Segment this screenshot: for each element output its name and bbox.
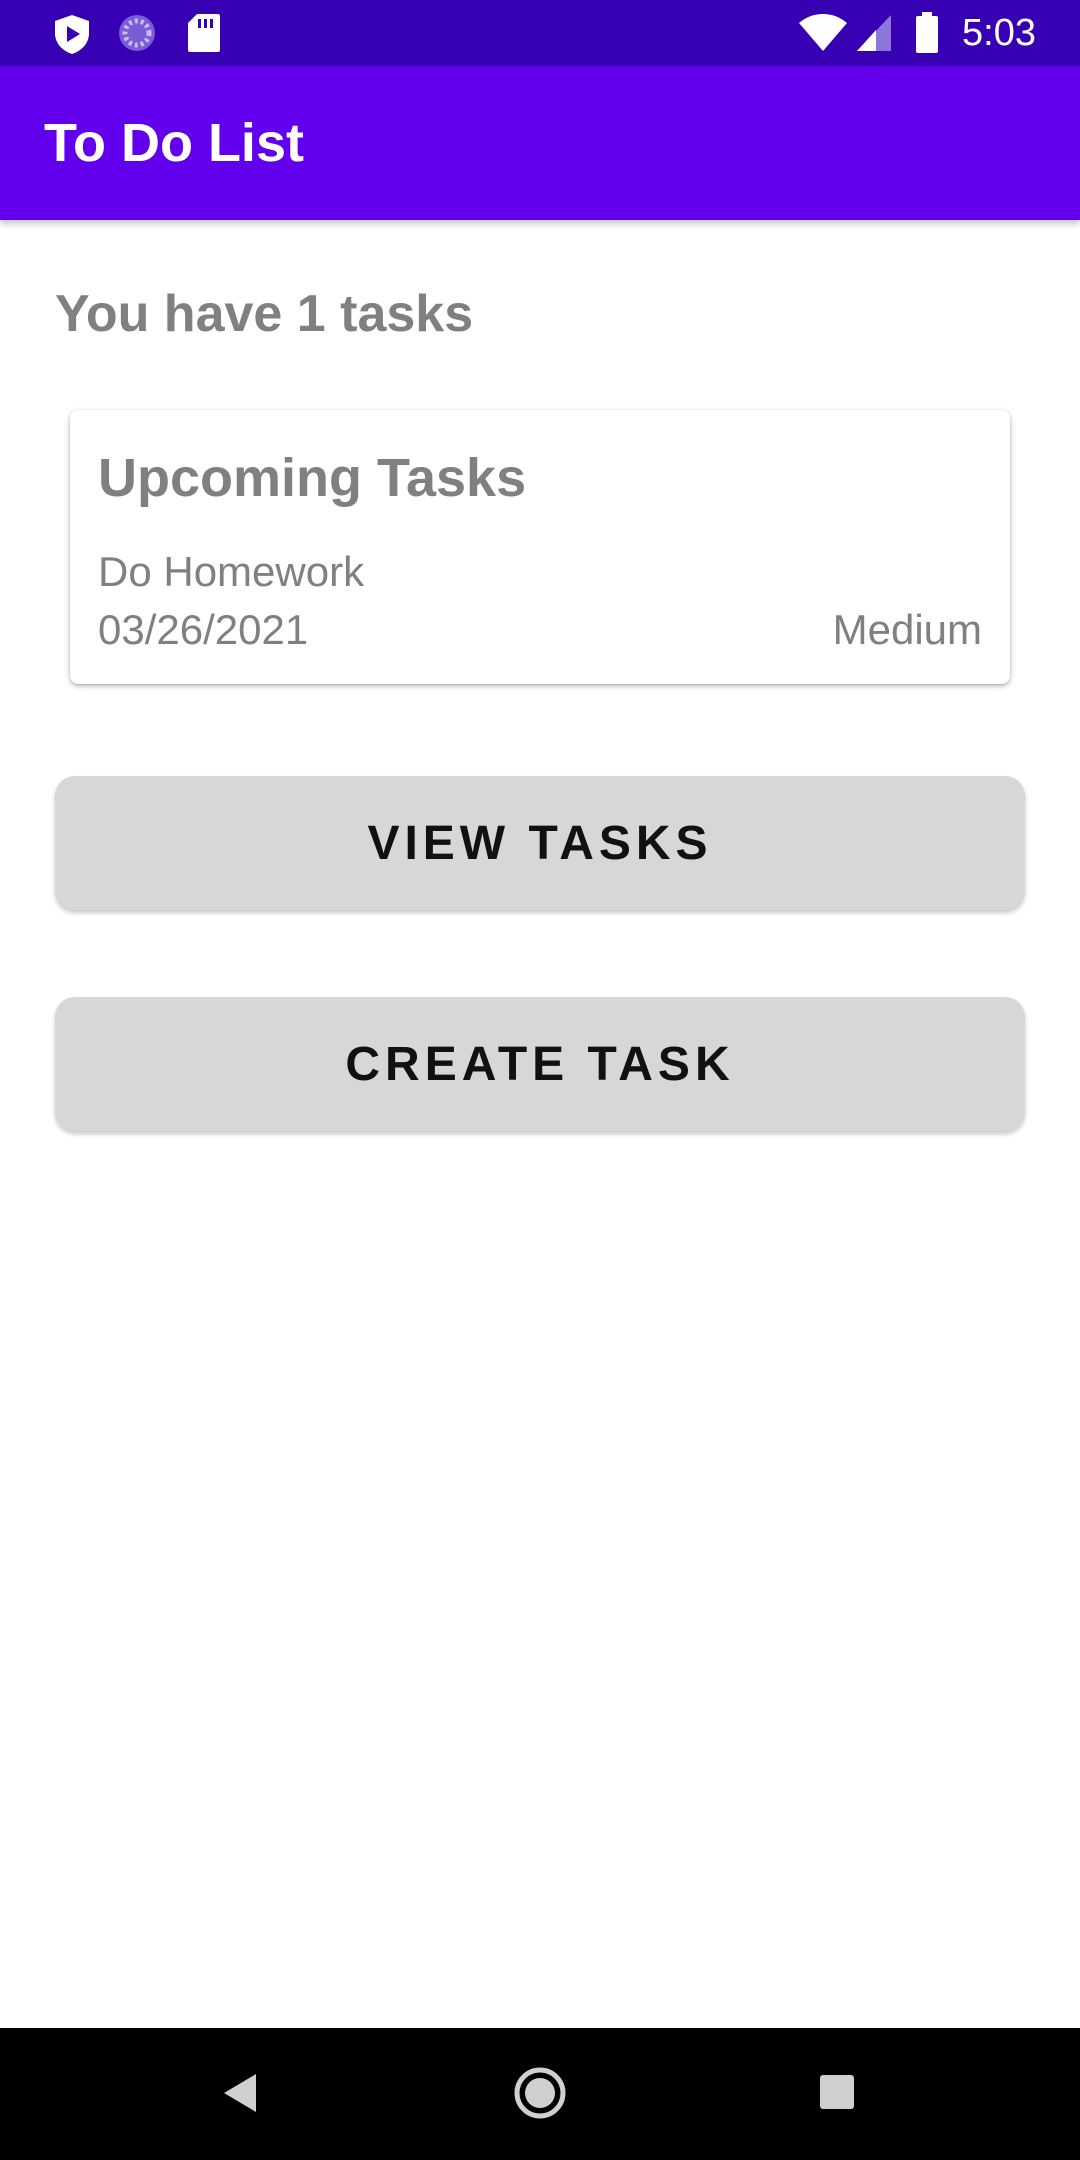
- screen: 5:03 To Do List You have 1 tasks Upcomin…: [0, 0, 1080, 2160]
- upcoming-tasks-card[interactable]: Upcoming Tasks Do Homework 03/26/2021 Me…: [70, 410, 1010, 684]
- app-bar: To Do List: [0, 66, 1080, 220]
- task-date: 03/26/2021: [98, 606, 309, 653]
- home-icon[interactable]: [513, 2066, 567, 2125]
- task-priority: Medium: [832, 606, 982, 653]
- wifi-icon: [798, 14, 848, 57]
- recents-icon[interactable]: [819, 2074, 855, 2115]
- create-task-button[interactable]: CREATE TASK: [55, 997, 1025, 1131]
- back-icon[interactable]: [222, 2072, 258, 2119]
- app-title: To Do List: [44, 113, 304, 173]
- loading-spinner-icon: [117, 13, 157, 58]
- status-bar: 5:03: [0, 0, 1080, 66]
- card-title: Upcoming Tasks: [98, 448, 527, 508]
- shield-play-icon: [52, 13, 92, 60]
- status-time: 5:03: [962, 12, 1036, 54]
- cell-signal-icon: [856, 14, 892, 57]
- task-name: Do Homework: [98, 548, 365, 595]
- view-tasks-button[interactable]: VIEW TASKS: [55, 776, 1025, 910]
- battery-icon: [915, 12, 939, 59]
- navigation-bar: [0, 2028, 1080, 2160]
- sd-card-icon: [187, 13, 221, 58]
- task-count-text: You have 1 tasks: [55, 285, 474, 343]
